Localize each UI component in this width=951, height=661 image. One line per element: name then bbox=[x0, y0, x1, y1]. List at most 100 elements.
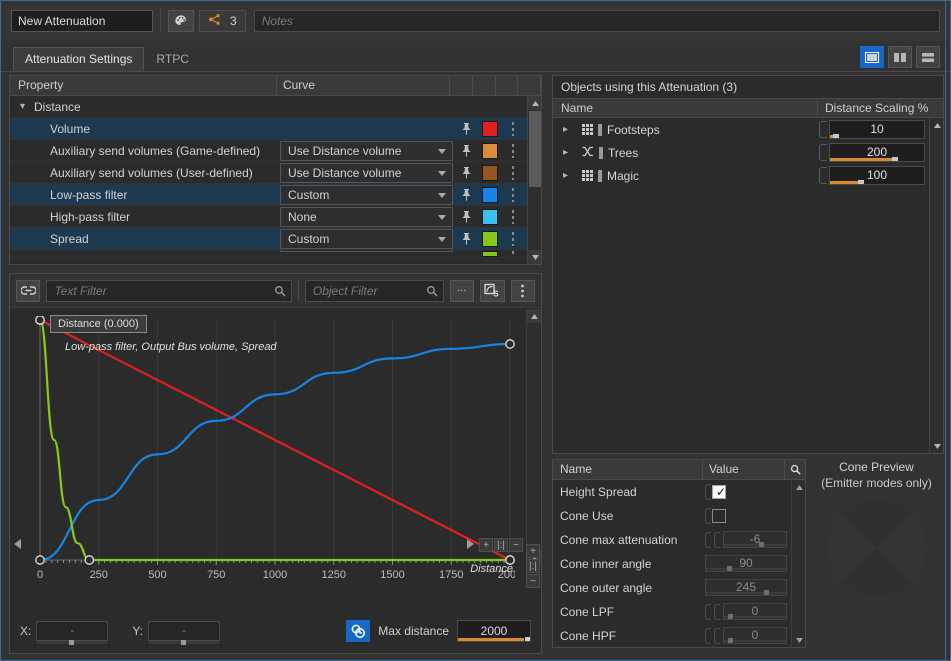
scroll-left-icon[interactable] bbox=[14, 539, 22, 551]
property-group-distance[interactable]: ▾ Distance bbox=[10, 96, 541, 118]
curve-color-swatch[interactable] bbox=[478, 142, 501, 159]
curve-mode-select[interactable]: Custom bbox=[280, 184, 453, 205]
max-distance-icon[interactable] bbox=[346, 620, 371, 642]
scroll-up-icon[interactable] bbox=[792, 480, 805, 494]
pin-icon[interactable] bbox=[455, 122, 478, 135]
curve-mode-select[interactable]: Custom bbox=[280, 228, 453, 249]
value-panel-scrollbar[interactable] bbox=[791, 480, 805, 647]
share-count-button[interactable]: 3 bbox=[199, 10, 246, 32]
scroll-up-icon[interactable] bbox=[527, 309, 541, 323]
curve-graph[interactable]: Distance (0.000) Low-pass filter, Output… bbox=[10, 307, 541, 597]
column-header-curve[interactable]: Curve bbox=[277, 75, 451, 96]
browse-ellipsis-button[interactable]: ... bbox=[449, 279, 475, 302]
property-table-scrollbar[interactable] bbox=[527, 96, 541, 264]
scroll-up-icon[interactable] bbox=[930, 118, 944, 132]
pin-icon[interactable] bbox=[455, 166, 478, 179]
curve-mode-select[interactable]: Use Distance volume bbox=[280, 140, 453, 161]
distance-scaling-cell[interactable]: 10 bbox=[815, 118, 943, 141]
layout-split-vertical-button[interactable] bbox=[888, 46, 912, 68]
text-filter-input[interactable] bbox=[47, 280, 291, 301]
cone-lpf-input[interactable]: 0 bbox=[723, 603, 787, 620]
hzoom-fit-button[interactable]: |:| bbox=[494, 538, 508, 552]
cone-inner-angle-input[interactable]: 90 bbox=[705, 555, 787, 572]
layout-split-horizontal-button[interactable] bbox=[916, 46, 940, 68]
column-header-extra[interactable] bbox=[518, 75, 542, 96]
x-coordinate-input[interactable]: - bbox=[36, 621, 109, 645]
curve-mode-select[interactable]: Use Distance volume bbox=[280, 162, 453, 183]
curve-dash-toggle[interactable] bbox=[501, 231, 524, 246]
palette-icon[interactable] bbox=[168, 10, 194, 32]
column-header-pin[interactable] bbox=[450, 75, 473, 96]
pin-icon[interactable] bbox=[455, 188, 478, 201]
distance-scaling-cell[interactable]: 100 bbox=[815, 164, 943, 187]
search-icon[interactable] bbox=[785, 460, 805, 479]
hzoom-out-button[interactable]: − bbox=[509, 538, 523, 552]
chevron-right-icon[interactable]: ▸ bbox=[563, 124, 577, 135]
object-filter-input[interactable] bbox=[305, 280, 443, 301]
table-row[interactable]: High-pass filter None bbox=[10, 206, 541, 228]
chevron-right-icon[interactable]: ▸ bbox=[563, 170, 577, 181]
curve-color-swatch[interactable] bbox=[478, 164, 501, 181]
scroll-down-icon[interactable] bbox=[792, 633, 805, 647]
distance-scaling-input[interactable]: 200 bbox=[829, 143, 925, 162]
height-spread-checkbox[interactable]: ✓ bbox=[712, 485, 726, 499]
max-distance-input[interactable]: 2000 bbox=[457, 620, 531, 642]
attenuation-name-input[interactable]: New Attenuation bbox=[11, 10, 153, 32]
table-row[interactable]: Cone Use bbox=[553, 504, 805, 528]
layout-single-button[interactable] bbox=[860, 46, 884, 68]
objects-panel-scrollbar[interactable] bbox=[929, 118, 943, 453]
curve-dash-toggle[interactable] bbox=[501, 121, 524, 136]
pin-icon[interactable] bbox=[455, 144, 478, 157]
column-header-name[interactable]: Name bbox=[553, 460, 703, 479]
graph-vertical-scrollbar[interactable] bbox=[526, 309, 541, 564]
scrollbar-thumb[interactable] bbox=[529, 111, 541, 187]
link-icon[interactable] bbox=[16, 279, 41, 302]
table-row[interactable]: Low-pass filter Custom bbox=[10, 184, 541, 206]
curve-editor-icon[interactable]: S bbox=[480, 279, 505, 302]
cone-outer-angle-input[interactable]: 245 bbox=[705, 579, 787, 596]
scroll-right-icon[interactable] bbox=[466, 539, 474, 551]
pin-icon[interactable] bbox=[455, 232, 478, 245]
column-header-name[interactable]: Name bbox=[553, 99, 818, 117]
table-row[interactable]: Volume bbox=[10, 118, 541, 140]
chevron-down-icon[interactable]: ▾ bbox=[20, 101, 34, 112]
pin-icon[interactable] bbox=[455, 210, 478, 223]
zoom-out-button[interactable]: − bbox=[526, 574, 540, 588]
column-header-distance-scaling[interactable]: Distance Scaling % bbox=[818, 99, 943, 117]
graph-horizontal-scrollbar[interactable]: + |:| − bbox=[14, 537, 523, 553]
table-row[interactable]: ▸ Trees 200 bbox=[553, 141, 943, 164]
curve-color-swatch[interactable] bbox=[478, 230, 501, 247]
table-row[interactable]: Cone LPF 0 bbox=[553, 600, 805, 624]
column-header-value[interactable]: Value bbox=[703, 460, 785, 479]
distance-scaling-input[interactable]: 100 bbox=[829, 166, 925, 185]
notes-input[interactable]: Notes bbox=[253, 10, 940, 32]
table-row[interactable]: ▸ Footsteps 10 bbox=[553, 118, 943, 141]
cone-max-attenuation-input[interactable]: -6 bbox=[723, 531, 787, 548]
cone-use-checkbox[interactable] bbox=[712, 509, 726, 523]
table-row[interactable]: Auxiliary send volumes (User-defined) Us… bbox=[10, 162, 541, 184]
tab-rtpc[interactable]: RTPC bbox=[144, 47, 200, 71]
cone-hpf-input[interactable]: 0 bbox=[723, 627, 787, 644]
zoom-in-button[interactable]: + bbox=[526, 544, 540, 558]
curve-dash-toggle[interactable] bbox=[501, 143, 524, 158]
table-row-partial[interactable] bbox=[10, 250, 541, 258]
chevron-right-icon[interactable]: ▸ bbox=[563, 147, 577, 158]
object-filter-field[interactable] bbox=[304, 279, 444, 302]
cone-preview-graphic[interactable] bbox=[827, 499, 926, 597]
tab-attenuation-settings[interactable]: Attenuation Settings bbox=[13, 47, 145, 71]
column-header-dash[interactable] bbox=[496, 75, 519, 96]
curve-dash-toggle[interactable] bbox=[501, 187, 524, 202]
column-header-color[interactable] bbox=[473, 75, 496, 96]
curve-mode-select[interactable]: None bbox=[280, 206, 453, 227]
table-row[interactable]: Spread Custom bbox=[10, 228, 541, 250]
table-row[interactable]: Cone HPF 0 bbox=[553, 624, 805, 647]
table-row[interactable]: ▸ Magic 100 bbox=[553, 164, 943, 187]
hzoom-in-button[interactable]: + bbox=[479, 538, 493, 552]
table-row[interactable]: Height Spread ✓ bbox=[553, 480, 805, 504]
scroll-down-icon[interactable] bbox=[930, 439, 944, 453]
curve-dash-toggle[interactable] bbox=[501, 209, 524, 224]
column-header-property[interactable]: Property bbox=[10, 75, 277, 96]
distance-scaling-cell[interactable]: 200 bbox=[815, 141, 943, 164]
table-row[interactable]: Cone outer angle 245 bbox=[553, 576, 805, 600]
text-filter-field[interactable] bbox=[46, 279, 292, 302]
